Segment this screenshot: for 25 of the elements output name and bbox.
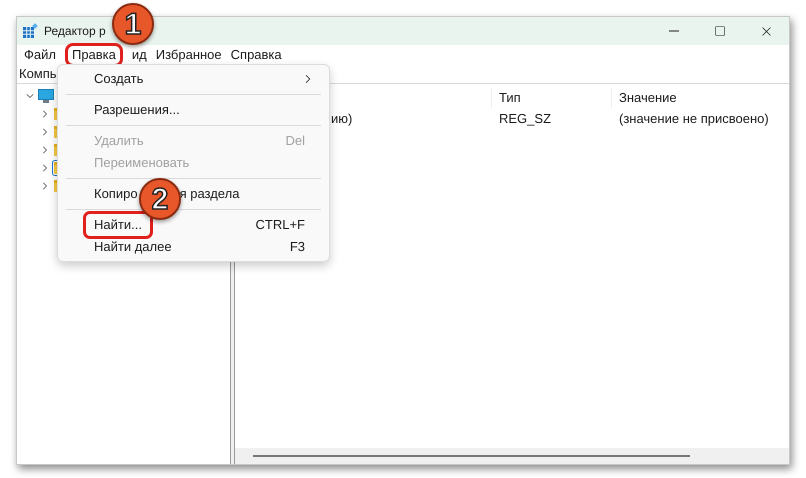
minimize-icon	[669, 30, 679, 32]
menu-bar-item[interactable]: Справка	[226, 46, 286, 64]
scrollbar-thumb[interactable]	[253, 455, 690, 457]
menu-item[interactable]: я раздела	[180, 184, 240, 204]
shortcut-text: F3	[290, 238, 305, 256]
shortcut-text: CTRL+F	[256, 216, 305, 234]
window-title: Редактор р	[44, 23, 106, 40]
menu-bar-item[interactable]: ид	[128, 46, 151, 64]
number-callout: 1	[112, 3, 154, 45]
menu-item[interactable]: Разрешения...	[94, 100, 180, 120]
menu-item[interactable]: Найти далее	[94, 237, 172, 257]
table-cell: REG_SZ	[499, 111, 552, 126]
shortcut-text: Del	[285, 132, 305, 150]
menu-bar-item[interactable]: Правка	[68, 46, 120, 64]
horizontal-scrollbar[interactable]	[235, 448, 789, 464]
maximize-icon	[714, 25, 726, 37]
column-header[interactable]: Значение	[611, 88, 677, 108]
computer-icon	[38, 88, 54, 104]
menu-bar-item[interactable]: Файл	[20, 46, 60, 64]
table-cell: ию)	[331, 111, 352, 126]
menu-item[interactable]: Копиро	[94, 184, 138, 204]
table-cell: (значение не присвоено)	[619, 111, 769, 126]
app-icon	[22, 23, 38, 39]
menu-bar-item[interactable]: Избранное	[152, 46, 226, 64]
column-header[interactable]: Тип	[491, 88, 611, 108]
